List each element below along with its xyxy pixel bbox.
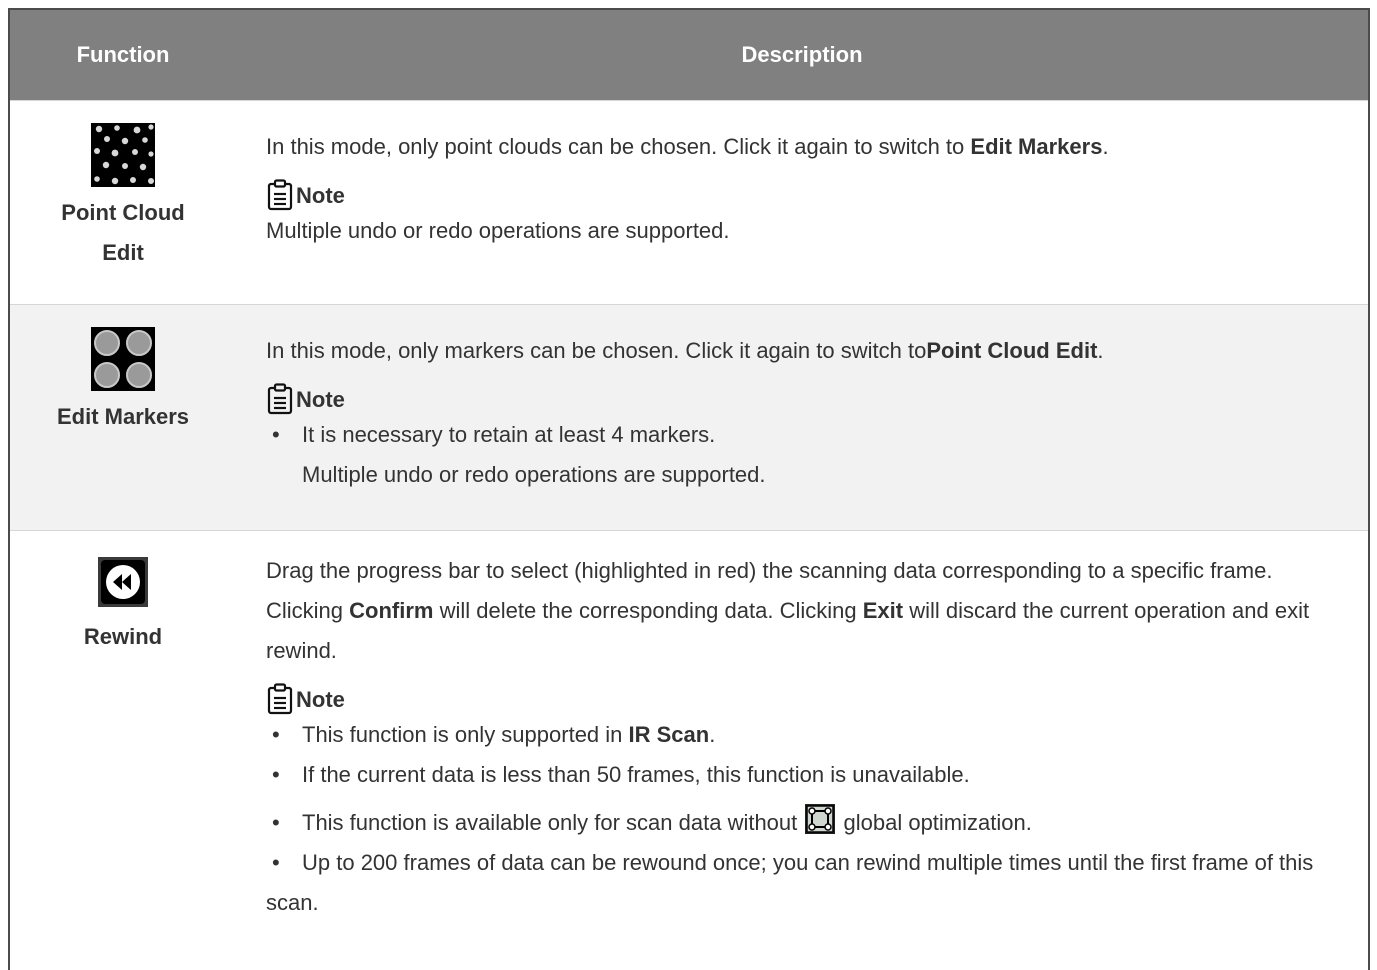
- desc-bold: Point Cloud Edit: [926, 338, 1098, 363]
- desc-text: .: [1097, 338, 1104, 363]
- list-item: • Up to 200 frames of data can be rewound…: [266, 843, 1338, 923]
- markers-icon[interactable]: [91, 327, 155, 391]
- desc-text: In this mode, only markers can be chosen…: [266, 338, 927, 363]
- clipboard-icon: [267, 383, 293, 415]
- bullet-text: Up to 200 frames of data can be rewound …: [266, 850, 1314, 915]
- bullet-text: .: [709, 722, 716, 747]
- note-heading: Note: [266, 167, 1338, 211]
- note-label: Note: [296, 183, 345, 208]
- note-label: Note: [296, 387, 345, 412]
- header-description: Description: [741, 42, 863, 67]
- bullet-dot: •: [272, 850, 280, 875]
- list-item: It is necessary to retain at least 4 mar…: [266, 415, 1338, 455]
- bullet-text: global optimization.: [837, 810, 1032, 835]
- note-heading: Note: [266, 671, 1338, 715]
- table-row: Rewind Drag the progress bar to select (…: [10, 530, 1368, 970]
- description-text: In this mode, only markers can be chosen…: [266, 331, 1338, 371]
- description-cell: In this mode, only point clouds can be c…: [236, 101, 1368, 304]
- bullet-bold: IR Scan: [628, 722, 710, 747]
- header-function: Function: [76, 42, 170, 67]
- desc-text: will delete the corresponding data. Clic…: [433, 598, 863, 623]
- bullet-text: This function is available only for scan…: [302, 810, 804, 835]
- global-optimization-icon: [805, 804, 836, 834]
- desc-bold: Confirm: [349, 598, 434, 623]
- note-text: Multiple undo or redo operations are sup…: [266, 218, 730, 243]
- description-cell: In this mode, only markers can be chosen…: [236, 305, 1368, 530]
- desc-text: .: [1102, 134, 1109, 159]
- bullet-text: This function is only supported in: [302, 722, 629, 747]
- description-text: Drag the progress bar to select (highlig…: [266, 551, 1338, 671]
- function-name: Edit Markers: [56, 404, 190, 429]
- list-item: This function is only supported in IR Sc…: [266, 715, 1338, 755]
- rewind-icon[interactable]: [98, 557, 148, 607]
- note-heading: Note: [266, 371, 1338, 415]
- note-bullets: It is necessary to retain at least 4 mar…: [266, 415, 1338, 495]
- list-item: If the current data is less than 50 fram…: [266, 755, 1338, 795]
- point-cloud-icon[interactable]: [91, 123, 155, 187]
- function-cell: Edit Markers: [10, 305, 236, 530]
- list-item: Multiple undo or redo operations are sup…: [302, 462, 766, 487]
- note-bullets: This function is only supported in IR Sc…: [266, 715, 1338, 923]
- table-header: Function Description: [10, 8, 1368, 100]
- function-cell: Rewind: [10, 531, 236, 970]
- function-name: Rewind: [83, 624, 163, 649]
- function-cell: Point Cloud Edit: [10, 101, 236, 304]
- description-text: In this mode, only point clouds can be c…: [266, 127, 1338, 167]
- table-row: Edit Markers In this mode, only markers …: [10, 304, 1368, 530]
- desc-bold: Exit: [862, 598, 904, 623]
- function-name: Point Cloud Edit: [61, 200, 185, 265]
- description-cell: Drag the progress bar to select (highlig…: [236, 531, 1368, 970]
- clipboard-icon: [267, 683, 293, 715]
- function-table: Function Description Point Cloud Edit In…: [8, 8, 1370, 970]
- clipboard-icon: [267, 179, 293, 211]
- desc-text: In this mode, only point clouds can be c…: [266, 134, 971, 159]
- table-row: Point Cloud Edit In this mode, only poin…: [10, 100, 1368, 304]
- list-item: This function is available only for scan…: [266, 803, 1338, 843]
- desc-bold: Edit Markers: [970, 134, 1103, 159]
- note-label: Note: [296, 687, 345, 712]
